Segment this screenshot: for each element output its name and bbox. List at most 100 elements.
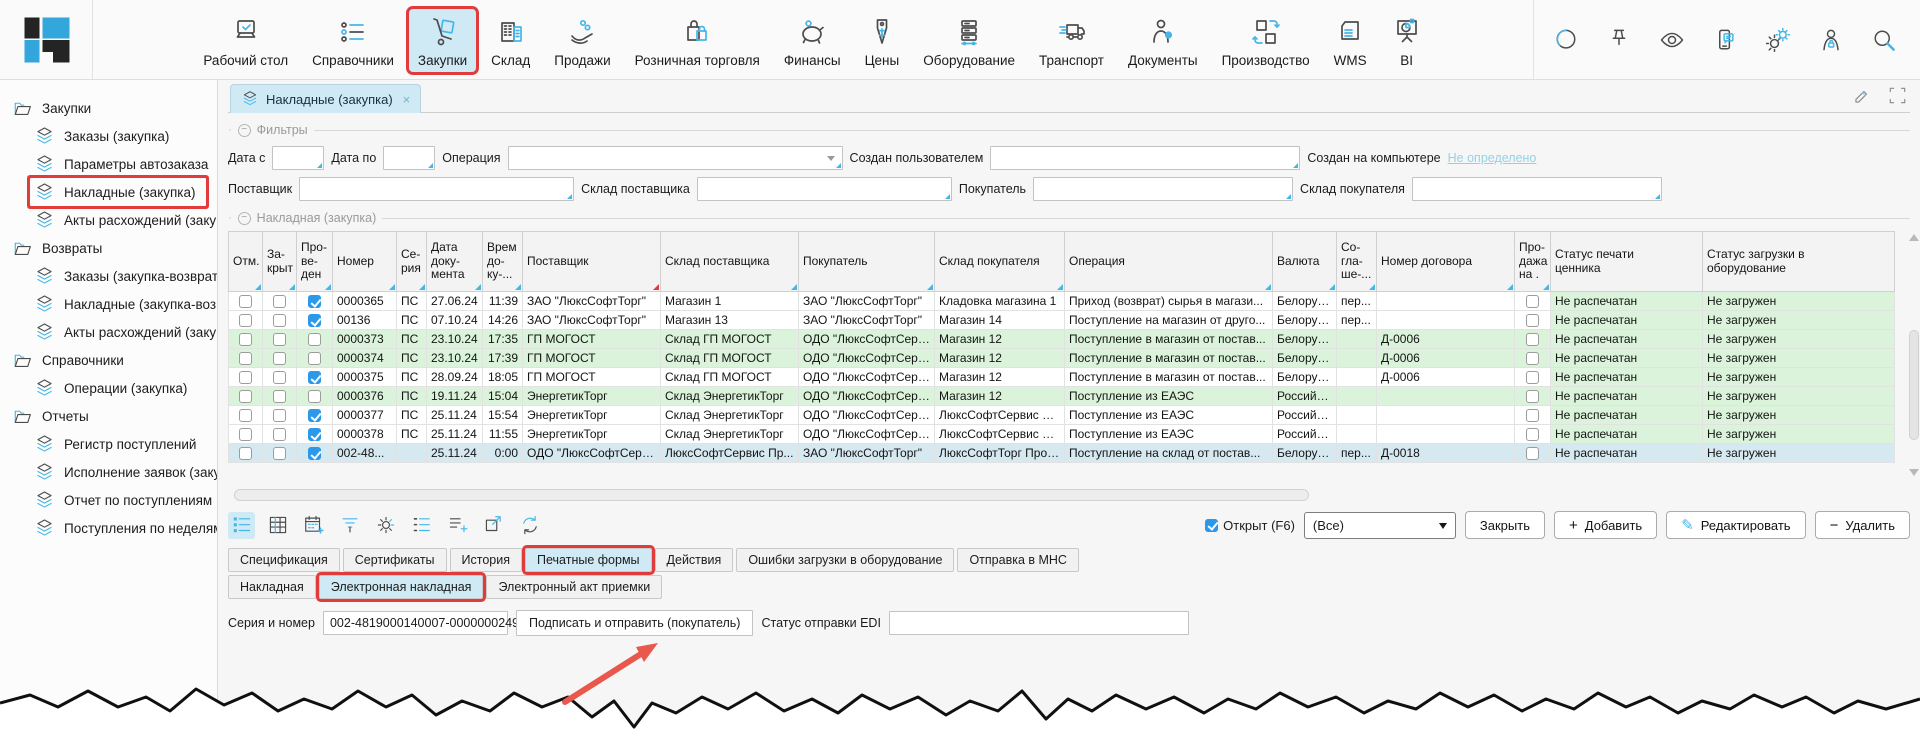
cell-seriya[interactable]: ПС (397, 387, 427, 406)
cell-vremya[interactable]: 11:39 (483, 292, 523, 311)
table-row[interactable]: 0000376ПС19.11.2415:04ЭнергетикТоргСклад… (229, 387, 1895, 406)
column-header-nomer_dogovora[interactable]: Номер договора (1377, 232, 1515, 292)
cell-valyuta[interactable]: Белорусс... (1273, 330, 1337, 349)
cell-pokupatel[interactable]: ОДО "ЛюксСофтСерв... (799, 387, 935, 406)
checkbox-icon[interactable] (1526, 295, 1539, 308)
cell-operaciya[interactable]: Поступление на склад от постав... (1065, 444, 1273, 463)
cell-sklad_pokupatelya[interactable]: ЛюксСофтСервис Пр... (935, 406, 1065, 425)
cell-nomer[interactable]: 00136 (333, 311, 397, 330)
cell-operaciya[interactable]: Поступление из ЕАЭС (1065, 406, 1273, 425)
checkbox-icon[interactable] (239, 371, 252, 384)
button-закрыть[interactable]: Закрыть (1465, 511, 1545, 539)
subtab-Накладная[interactable]: Накладная (228, 575, 316, 599)
checkbox-icon[interactable] (308, 333, 321, 346)
cell-sklad_pokupatelya[interactable]: Магазин 12 (935, 349, 1065, 368)
tree-item[interactable]: Накладные (закупка-возврат) (30, 290, 218, 318)
cell-data[interactable]: 27.06.24 (427, 292, 483, 311)
tab-Ошибки загрузки в оборудование[interactable]: Ошибки загрузки в оборудование (736, 548, 954, 572)
column-header-pokupatel[interactable]: Покупатель (799, 232, 935, 292)
cell-status_zagruzki[interactable]: Не загружен (1703, 311, 1895, 330)
cell-nomer_dogovora[interactable]: Д-0006 (1377, 368, 1515, 387)
checkbox-icon[interactable] (1526, 409, 1539, 422)
cell-operaciya[interactable]: Поступление в магазин от постав... (1065, 349, 1273, 368)
tab-Действия[interactable]: Действия (655, 548, 734, 572)
button-удалить[interactable]: −Удалить (1815, 511, 1910, 539)
checkbox-icon[interactable] (308, 371, 321, 384)
tree-item[interactable]: Регистр поступлений (30, 430, 206, 458)
cell-otm[interactable] (229, 406, 263, 425)
cell-proveden[interactable] (297, 387, 333, 406)
eye-icon[interactable] (1658, 26, 1686, 54)
tree-item[interactable]: Исполнение заявок (закупка) (30, 458, 218, 486)
toolbar-open-external-icon[interactable] (480, 512, 507, 539)
button-редактировать[interactable]: ✎Редактировать (1666, 511, 1805, 539)
cell-seriya[interactable]: ПС (397, 292, 427, 311)
cell-postavshchik[interactable]: ГП МОГОСТ (523, 368, 661, 387)
column-header-soglashenie[interactable]: Со- гла- ше-... (1337, 232, 1377, 292)
cell-nomer[interactable]: 0000365 (333, 292, 397, 311)
cell-nomer[interactable]: 0000377 (333, 406, 397, 425)
checkbox-icon[interactable] (1526, 333, 1539, 346)
cell-data[interactable]: 19.11.24 (427, 387, 483, 406)
cell-pokupatel[interactable]: ОДО "ЛюксСофтСерв... (799, 406, 935, 425)
cell-status_zagruzki[interactable]: Не загружен (1703, 292, 1895, 311)
cell-status_pechati[interactable]: Не распечатан (1551, 406, 1703, 425)
tree-item[interactable]: Операции (закупка) (30, 374, 197, 402)
cell-nomer[interactable]: 0000378 (333, 425, 397, 444)
cell-vremya[interactable]: 18:05 (483, 368, 523, 387)
checkbox-icon[interactable] (273, 390, 286, 403)
nav-item-sales[interactable]: Продажи (545, 9, 619, 72)
cell-sklad_pokupatelya[interactable]: ЛюксСофтСервис Пр... (935, 425, 1065, 444)
checkbox-icon[interactable] (1526, 390, 1539, 403)
cell-nomer_dogovora[interactable] (1377, 292, 1515, 311)
tab-invoices-purchase[interactable]: Накладные (закупка) × (230, 84, 421, 113)
cell-soglashenie[interactable] (1337, 425, 1377, 444)
edit-pencil-icon[interactable] (1852, 85, 1873, 106)
column-header-zakryt[interactable]: За- крыт (263, 232, 297, 292)
cell-data[interactable]: 25.11.24 (427, 406, 483, 425)
cell-nomer[interactable]: 0000375 (333, 368, 397, 387)
tree-item[interactable]: Акты расхождений (закупка-возвра (30, 318, 218, 346)
cell-sklad_postavshchika[interactable]: Магазин 13 (661, 311, 799, 330)
collapse-grid-icon[interactable]: − (238, 212, 251, 225)
cell-prodazha[interactable] (1515, 387, 1551, 406)
cell-seriya[interactable] (397, 444, 427, 463)
feedback-icon[interactable] (1711, 26, 1739, 54)
tree-item[interactable]: Акты расхождений (закупка) (30, 206, 218, 234)
cell-status_pechati[interactable]: Не распечатан (1551, 330, 1703, 349)
cell-sklad_postavshchika[interactable]: Склад ГП МОГОСТ (661, 349, 799, 368)
cell-prodazha[interactable] (1515, 349, 1551, 368)
cell-zakryt[interactable] (263, 387, 297, 406)
cell-postavshchik[interactable]: ЭнергетикТорг (523, 406, 661, 425)
checkbox-icon[interactable] (239, 447, 252, 460)
checkbox-icon[interactable] (308, 428, 321, 441)
column-header-data[interactable]: Дата доку- мента (427, 232, 483, 292)
settings-icon[interactable] (1764, 26, 1792, 54)
filter-input[interactable] (990, 146, 1300, 170)
checkbox-icon[interactable] (1526, 371, 1539, 384)
cell-soglashenie[interactable] (1337, 387, 1377, 406)
table-row[interactable]: 0000375ПС28.09.2418:05ГП МОГОСТСклад ГП … (229, 368, 1895, 387)
cell-status_pechati[interactable]: Не распечатан (1551, 311, 1703, 330)
cell-valyuta[interactable]: Белорусс... (1273, 311, 1337, 330)
table-row[interactable]: 0000373ПС23.10.2417:35ГП МОГОСТСклад ГП … (229, 330, 1895, 349)
nav-item-documents[interactable]: Документы (1119, 9, 1207, 72)
cell-vremya[interactable]: 17:39 (483, 349, 523, 368)
user-session-icon[interactable] (1817, 26, 1845, 54)
filter-input[interactable] (1412, 177, 1662, 201)
column-header-vremya[interactable]: Врем до- ку-... (483, 232, 523, 292)
cell-soglashenie[interactable] (1337, 406, 1377, 425)
cell-otm[interactable] (229, 444, 263, 463)
cell-proveden[interactable] (297, 349, 333, 368)
tab-История[interactable]: История (450, 548, 522, 572)
cell-status_zagruzki[interactable]: Не загружен (1703, 444, 1895, 463)
clock-icon[interactable] (1552, 26, 1580, 54)
edi-status-input[interactable] (889, 611, 1189, 635)
cell-postavshchik[interactable]: ГП МОГОСТ (523, 330, 661, 349)
cell-soglashenie[interactable] (1337, 330, 1377, 349)
cell-nomer_dogovora[interactable] (1377, 387, 1515, 406)
nav-item-desktop[interactable]: Рабочий стол (194, 9, 297, 72)
tree-item[interactable]: Накладные (закупка) (30, 178, 206, 206)
cell-nomer[interactable]: 0000374 (333, 349, 397, 368)
cell-prodazha[interactable] (1515, 444, 1551, 463)
